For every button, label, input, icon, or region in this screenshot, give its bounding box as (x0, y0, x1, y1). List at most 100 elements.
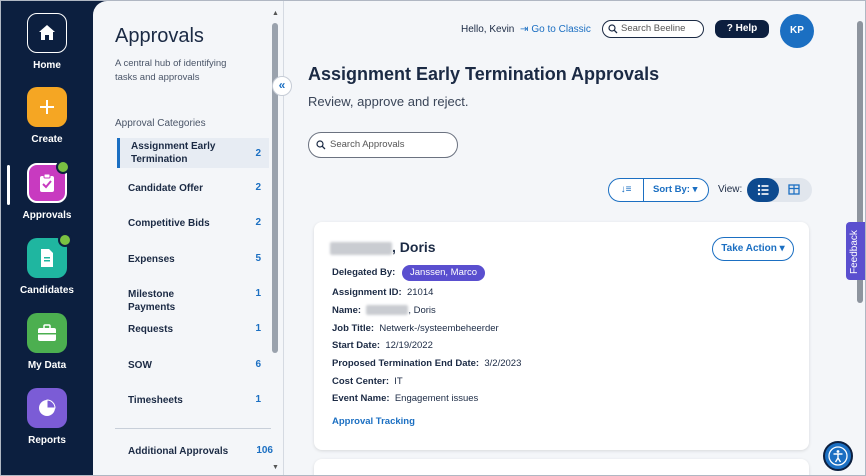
field-label: Name: (332, 305, 362, 316)
field-value: 3/2/2023 (484, 358, 522, 369)
field-value: Engagement issues (394, 393, 479, 404)
feedback-label: Feedback (849, 230, 860, 274)
field-label: Cost Center: (332, 376, 390, 387)
category-label: Competitive Bids (128, 218, 210, 229)
sort-control: ↓≡ Sort By: ▾ (608, 178, 709, 202)
caret-down-icon: ▾ (776, 243, 785, 254)
question-icon: ? (726, 23, 736, 34)
nav-label: Create (31, 134, 63, 145)
category-item-milestone-payments[interactable]: Milestone Payments 1 (117, 288, 269, 313)
search-icon (608, 24, 618, 34)
collapse-panel-button[interactable]: « (272, 76, 292, 96)
sort-direction-button[interactable]: ↓≡ (609, 179, 644, 201)
plus-icon (27, 87, 67, 127)
category-item-assignment-early-termination[interactable]: Assignment Early Termination 2 (117, 138, 269, 168)
cost-center-field: Cost Center: IT (332, 376, 403, 387)
pie-chart-icon (27, 388, 67, 428)
nav-create[interactable]: Create (1, 87, 93, 145)
category-count: 6 (255, 359, 261, 370)
nav-my-data[interactable]: My Data (1, 313, 93, 371)
approval-card-next (314, 459, 809, 475)
field-value: , Doris (408, 305, 436, 316)
top-bar: Hello, Kevin ⇥ Go to Classic Search Beeli… (284, 14, 865, 48)
field-value: Netwerk-/systeembeheerder (379, 323, 499, 334)
event-name-field: Event Name: Engagement issues (332, 393, 478, 404)
nav-label: Reports (28, 435, 66, 446)
category-item-requests[interactable]: Requests 1 (117, 323, 269, 337)
delegate-badge: Janssen, Marco (402, 265, 486, 281)
list-view-button[interactable] (747, 178, 779, 202)
search-approvals-input[interactable]: Search Approvals (308, 132, 458, 158)
category-item-additional-approvals[interactable]: Additional Approvals 106 (117, 445, 277, 459)
approval-tracking-link[interactable]: Approval Tracking (332, 416, 415, 427)
greeting: Hello, Kevin (461, 24, 515, 35)
sign-in-arrow-icon: ⇥ (520, 24, 529, 35)
panel-description: A central hub of identifying tasks and a… (115, 58, 227, 83)
nav-rail: Home Create Approvals Candidates My Data… (1, 1, 93, 475)
category-item-competitive-bids[interactable]: Competitive Bids 2 (117, 217, 269, 231)
category-count: 106 (256, 445, 273, 456)
caret-down-icon: ▾ (689, 184, 698, 195)
card-title-suffix: , Doris (392, 239, 436, 255)
field-label: Assignment ID: (332, 287, 402, 298)
category-count: 2 (255, 182, 261, 193)
category-label: Candidate Offer (128, 183, 204, 194)
field-label: Proposed Termination End Date: (332, 358, 480, 369)
nav-label: My Data (27, 360, 67, 371)
help-button[interactable]: ? Help (715, 20, 769, 38)
nav-approvals[interactable]: Approvals (1, 160, 93, 221)
page-title: Assignment Early Termination Approvals (308, 64, 660, 84)
field-label: Start Date: (332, 340, 381, 351)
nav-reports[interactable]: Reports (1, 388, 93, 446)
category-item-timesheets[interactable]: Timesheets 1 (117, 394, 269, 408)
notification-dot (56, 160, 70, 174)
category-count: 1 (255, 288, 261, 299)
accessibility-button[interactable] (823, 441, 853, 471)
search-icon (316, 140, 326, 150)
field-label: Delegated By: (332, 267, 396, 278)
search-placeholder: Search Approvals (330, 139, 405, 150)
app-window: Home Create Approvals Candidates My Data… (0, 0, 866, 476)
category-scrollbar-thumb[interactable] (272, 23, 278, 353)
category-count: 1 (255, 394, 261, 405)
notification-dot (58, 233, 72, 247)
help-label: Help (735, 23, 758, 34)
search-placeholder: Search Beeline (621, 23, 686, 34)
clipboard-check-icon (27, 160, 70, 203)
nav-candidates[interactable]: Candidates (1, 233, 93, 296)
grid-view-button[interactable] (783, 183, 805, 197)
nav-label: Candidates (20, 285, 74, 296)
scroll-down-arrow[interactable]: ▼ (272, 464, 279, 471)
sort-by-dropdown[interactable]: Sort By: ▾ (653, 179, 697, 201)
category-item-candidate-offer[interactable]: Candidate Offer 2 (117, 182, 269, 196)
go-to-classic-label: Go to Classic (531, 24, 591, 35)
divider (115, 428, 271, 429)
field-value: 21014 (406, 287, 434, 298)
feedback-tab[interactable]: Feedback (846, 222, 865, 280)
take-action-label: Take Action (721, 243, 777, 254)
nav-home[interactable]: Home (1, 13, 93, 71)
job-title-field: Job Title: Netwerk-/systeembeheerder (332, 323, 499, 334)
category-label: Expenses (128, 254, 175, 265)
category-count: 5 (255, 253, 261, 264)
category-label: Additional Approvals (128, 446, 229, 457)
accessibility-icon (828, 446, 848, 466)
nav-label: Approvals (22, 210, 72, 221)
avatar[interactable]: KP (780, 14, 814, 48)
view-label: View: (718, 184, 743, 195)
category-item-expenses[interactable]: Expenses 5 (117, 253, 269, 267)
panel-title: Approvals (115, 25, 204, 47)
take-action-button[interactable]: Take Action ▾ (712, 237, 794, 261)
go-to-classic-link[interactable]: ⇥ Go to Classic (520, 24, 591, 35)
category-label: Milestone Payments (128, 289, 176, 313)
scroll-up-arrow[interactable]: ▲ (272, 10, 279, 17)
approval-card: , Doris Take Action ▾ Delegated By: Jans… (314, 222, 809, 450)
document-icon (27, 233, 72, 278)
category-item-sow[interactable]: SOW 6 (117, 359, 269, 373)
nav-label: Home (33, 60, 61, 71)
redacted-surname (330, 241, 392, 255)
delegated-by-field: Delegated By: Janssen, Marco (332, 265, 486, 281)
search-beeline-input[interactable]: Search Beeline (602, 20, 704, 38)
category-label: Timesheets (128, 395, 183, 406)
category-count: 2 (255, 217, 261, 228)
